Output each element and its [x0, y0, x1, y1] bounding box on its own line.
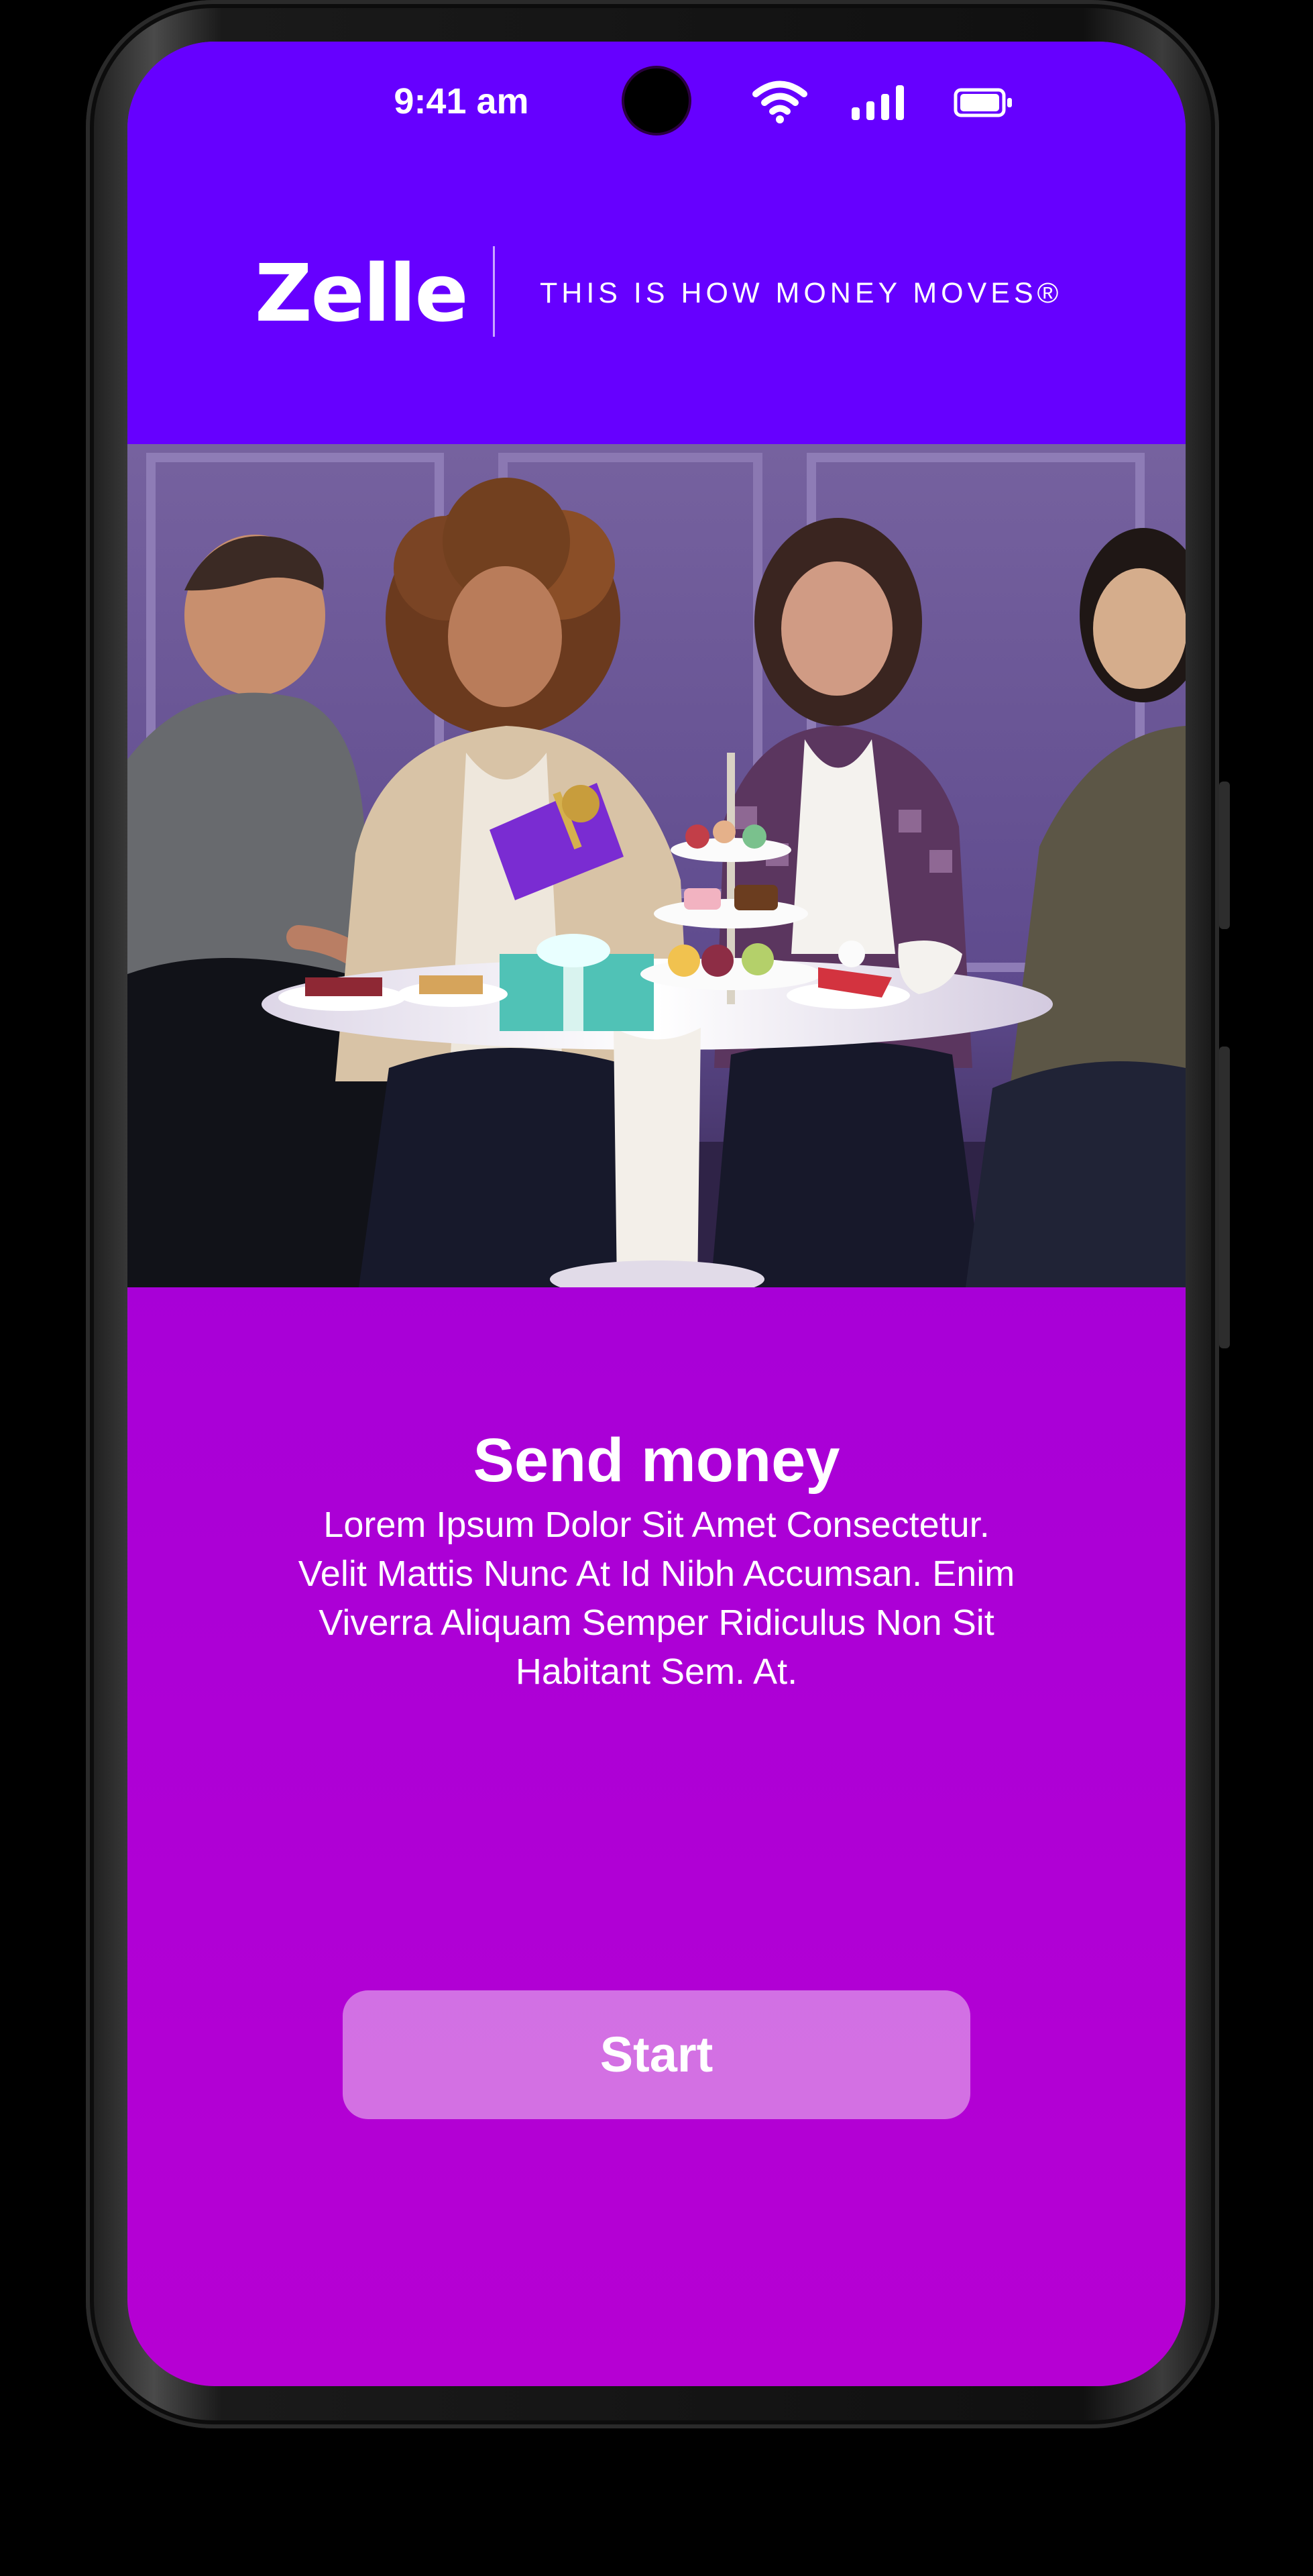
- cellular-signal-icon: [852, 83, 907, 123]
- hero-photo-illustration: [127, 444, 1186, 1287]
- power-button: [1219, 782, 1230, 929]
- start-button[interactable]: Start: [343, 1990, 970, 2119]
- zelle-logo: Zelle: [255, 247, 469, 339]
- battery-icon: [954, 87, 1014, 122]
- brand-tagline: THIS IS HOW MONEY MOVES®: [540, 277, 1063, 309]
- wifi-icon: [752, 76, 807, 127]
- status-time: 9:41 am: [394, 81, 529, 121]
- people-at-table-photo: [127, 444, 1186, 1287]
- camera-hole: [624, 68, 689, 133]
- page-title: Send money: [473, 1426, 840, 1495]
- volume-button: [1219, 1046, 1230, 1348]
- app-screen: 9:41 am Zelle THIS IS HOW MONEY MOVES® S…: [127, 42, 1186, 2386]
- description-text: Lorem Ipsum Dolor Sit Amet Consectetur. …: [298, 1505, 1015, 1692]
- device-mockup: 9:41 am Zelle THIS IS HOW MONEY MOVES® S…: [0, 0, 1313, 2576]
- brand-divider: [493, 246, 495, 337]
